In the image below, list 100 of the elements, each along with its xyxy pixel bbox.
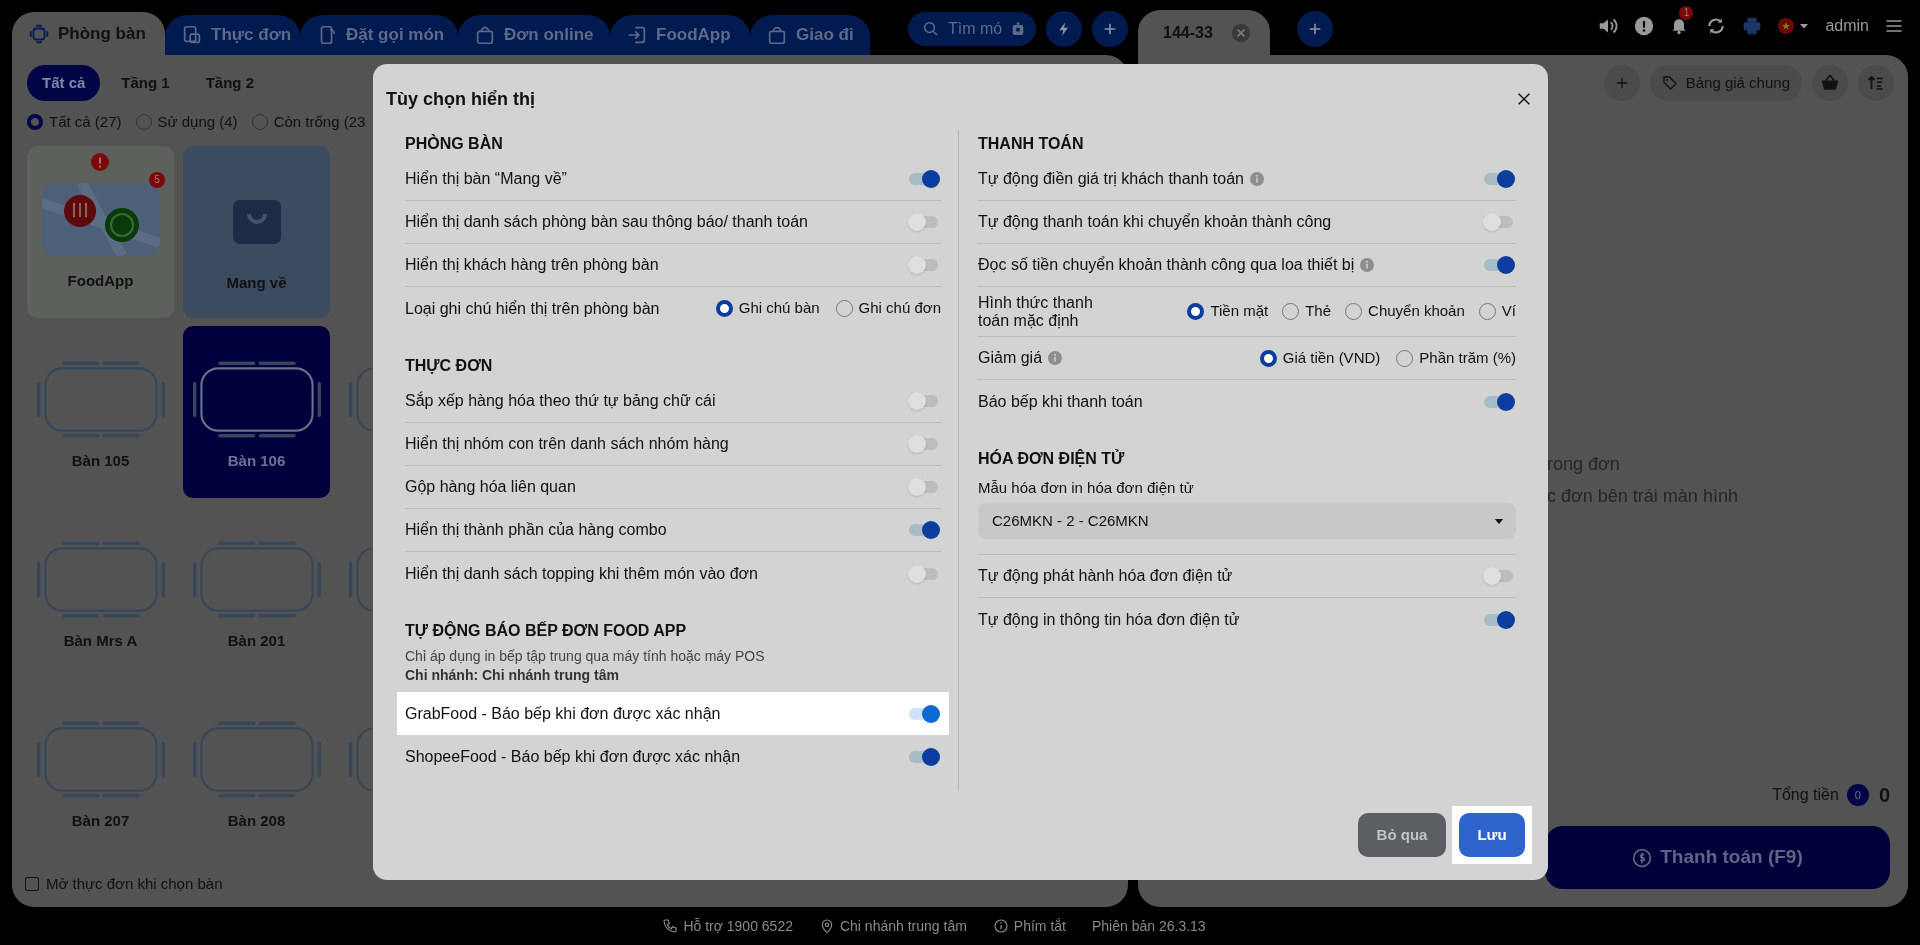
toggle-switch[interactable]	[908, 703, 941, 724]
table-icon	[28, 22, 50, 45]
table-card[interactable]: Bàn Mrs A	[27, 506, 174, 678]
radio-option[interactable]: Giá tiền (VND)	[1259, 346, 1381, 370]
section-heading: THANH TOÁN	[978, 133, 1085, 154]
floor-tab[interactable]: Tất cả	[27, 65, 101, 101]
status-filter[interactable]: Còn trống (23	[251, 110, 366, 134]
radio-option[interactable]: Ghi chú bàn	[715, 297, 820, 320]
price-list-button[interactable]: Bảng giá chung	[1649, 65, 1802, 101]
invoice-template-select[interactable]: C26MKN - 2 - C26MKN	[978, 503, 1516, 539]
menu-book-icon	[181, 24, 203, 46]
footer-link[interactable]: Phím tắt	[992, 915, 1066, 937]
user-name[interactable]: admin	[1825, 14, 1869, 38]
table-card[interactable]: Mang về	[183, 146, 330, 318]
alert-icon[interactable]	[1634, 16, 1655, 36]
floor-tab[interactable]: Tầng 1	[106, 65, 185, 101]
footer-link[interactable]: Hỗ trợ 1900 6522	[662, 915, 793, 937]
flash-button[interactable]	[1046, 11, 1082, 47]
toggle-switch[interactable]	[908, 520, 941, 540]
radio-option[interactable]: Tiền mặt	[1187, 300, 1269, 323]
language-button[interactable]	[1778, 18, 1811, 34]
option-label: Hiển thị bàn “Mang về”	[405, 169, 567, 189]
table-label: Bàn 106	[227, 451, 286, 471]
option-label: ShopeeFood - Báo bếp khi đơn được xác nhận	[405, 746, 741, 767]
toggle-switch[interactable]	[908, 746, 941, 767]
toggle-switch[interactable]	[1483, 391, 1516, 412]
option-label: Sắp xếp hàng hóa theo thứ tự bảng chữ cái	[405, 390, 716, 411]
table-label: Bàn 105	[71, 451, 130, 471]
option-label: Giảm giá	[978, 348, 1043, 368]
bag-icon	[766, 24, 788, 46]
option-label: Báo bếp khi thanh toán	[978, 391, 1143, 412]
nav-tab[interactable]: Giao đi	[750, 15, 870, 55]
radio-option[interactable]: Ghi chú đơn	[835, 297, 941, 320]
table-card[interactable]: Bàn 208	[183, 686, 330, 858]
option-label: Loại ghi chú hiển thị trên phòng bàn	[405, 298, 660, 319]
nav-tab[interactable]: Đơn online	[458, 15, 610, 55]
open-menu-checkbox[interactable]: Mở thực đơn khi chọn bàn	[25, 872, 223, 895]
option-label: Hiển thị danh sách phòng bàn sau thông báo/ thanh toán	[405, 212, 808, 232]
footer-link[interactable]: Chi nhánh trung tâm	[818, 915, 967, 937]
option-label: Hiển thị khách hàng trên phòng bàn	[405, 255, 659, 275]
nav-tab[interactable]: Thực đơn	[165, 15, 300, 55]
table-card[interactable]: Bàn 105	[27, 326, 174, 498]
branch-label: Chi nhánh: Chi nhánh trung tâm	[405, 666, 620, 685]
order-tab[interactable]: 144-33	[1138, 10, 1270, 55]
table-card[interactable]: Bàn 207	[27, 686, 174, 858]
option-label: Hình thức thanh toán mặc định	[978, 293, 1094, 330]
flag-icon	[1778, 18, 1795, 34]
table-card[interactable]: Bàn 106	[183, 326, 330, 498]
option-label: Tự động phát hành hóa đơn điện tử	[978, 566, 1233, 586]
radio-option[interactable]: Chuyển khoản	[1345, 300, 1465, 323]
toggle-switch[interactable]	[1483, 255, 1516, 275]
table-card[interactable]: 5 FoodApp	[27, 146, 174, 318]
radio-option[interactable]: Ví	[1478, 300, 1516, 323]
option-label: Hiển thị danh sách topping khi thêm món vào đơn	[405, 563, 758, 584]
status-filter[interactable]: Tất cả (27)	[27, 110, 122, 134]
sort-icon	[1867, 74, 1885, 92]
option-label: Tự động điền giá trị khách thanh toán	[978, 169, 1244, 189]
search-field[interactable]: Tìm mó	[908, 12, 1036, 46]
radio-option[interactable]: Thẻ	[1282, 300, 1332, 323]
save-button[interactable]: Lưu	[1459, 813, 1525, 857]
toggle-switch[interactable]	[1483, 609, 1516, 630]
pay-button[interactable]: Thanh toán (F9)	[1545, 826, 1890, 889]
close-icon[interactable]	[1516, 91, 1532, 107]
footer-link[interactable]: Phiên bản 26.3.13	[1091, 915, 1206, 937]
floor-tab[interactable]: Tầng 2	[190, 65, 270, 101]
notification-badge: 1	[1679, 6, 1694, 20]
option-label: Hiển thị thành phần của hàng combo	[405, 520, 667, 540]
alert-icon	[91, 153, 109, 171]
skip-button[interactable]: Bỏ qua	[1358, 813, 1446, 857]
option-label: Đọc số tiền chuyển khoản thành công qua loa thiết bị	[978, 255, 1355, 275]
phone-icon	[662, 918, 679, 934]
nav-tab[interactable]: Phòng bàn	[12, 12, 165, 55]
basket-button[interactable]	[1812, 65, 1848, 101]
item-count-badge: 0	[1846, 784, 1869, 806]
refresh-icon[interactable]	[1706, 16, 1727, 36]
table-label: Bàn Mrs A	[63, 631, 138, 651]
radio-option[interactable]: Phần trăm (%)	[1396, 346, 1516, 370]
table-label: Bàn 208	[227, 811, 286, 831]
bag-icon	[474, 24, 496, 46]
section-heading: THỰC ĐƠN	[405, 356, 494, 376]
table-label: Bàn 201	[227, 631, 286, 651]
sort-button[interactable]	[1858, 65, 1894, 101]
status-filter[interactable]: Sử dụng (4)	[135, 110, 238, 134]
basket-icon	[1820, 73, 1840, 93]
option-label: Tự động in thông tin hóa đơn điện tử	[978, 609, 1240, 630]
table-label: FoodApp	[67, 271, 134, 291]
add-order-button[interactable]	[1297, 11, 1333, 47]
toggle-switch[interactable]	[1483, 169, 1516, 189]
section-heading: TỰ ĐỘNG BÁO BẾP ĐƠN FOOD APP	[405, 620, 688, 641]
add-button[interactable]	[1092, 11, 1128, 47]
nav-tab[interactable]: Đặt gọi món	[300, 15, 458, 55]
dollar-icon	[1632, 847, 1653, 868]
option-label: Hiển thị nhóm con trên danh sách nhóm hàng	[405, 434, 729, 454]
tag-icon	[1661, 75, 1678, 91]
toggle-switch[interactable]	[908, 169, 941, 189]
nav-tab[interactable]: FoodApp	[610, 15, 750, 55]
table-card[interactable]: Bàn 201	[183, 506, 330, 678]
dialog-title: Tùy chọn hiển thị	[386, 87, 535, 111]
option-label: GrabFood - Báo bếp khi đơn được xác nhận	[405, 703, 721, 724]
option-label: Tự động thanh toán khi chuyển khoản thành công	[978, 212, 1332, 232]
